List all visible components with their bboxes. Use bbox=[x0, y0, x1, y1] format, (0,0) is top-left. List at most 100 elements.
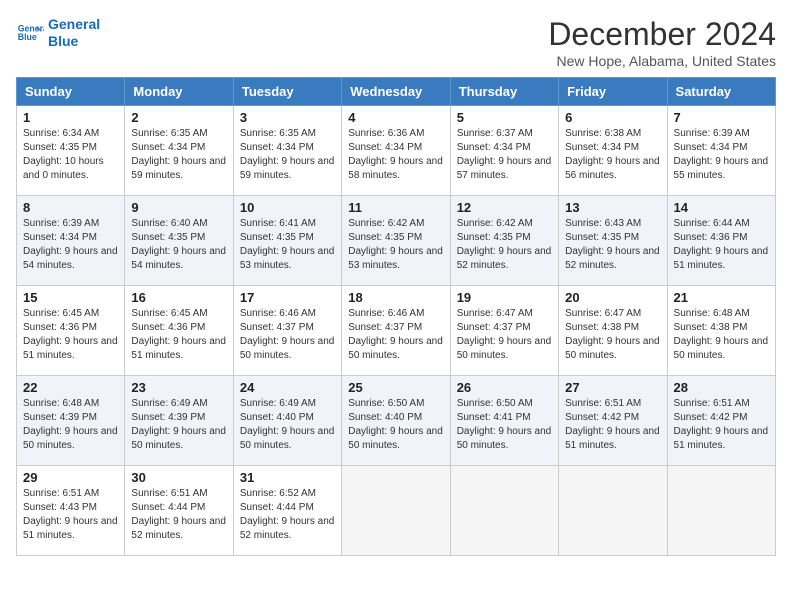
day-number: 11 bbox=[348, 200, 443, 215]
day-detail: Sunrise: 6:42 AMSunset: 4:35 PMDaylight:… bbox=[457, 217, 552, 273]
day-number: 6 bbox=[565, 110, 660, 125]
calendar-cell: 16Sunrise: 6:45 AMSunset: 4:36 PMDayligh… bbox=[125, 286, 233, 376]
calendar-cell: 13 Sunrise: 6:43 AMSunset: 4:35 PMDayligh… bbox=[559, 196, 667, 286]
day-number: 26 bbox=[457, 380, 552, 395]
day-detail: Sunrise: 6:49 AMSunset: 4:39 PMDaylight:… bbox=[131, 397, 226, 453]
calendar-cell bbox=[450, 466, 558, 556]
day-number: 29 bbox=[23, 470, 118, 485]
day-detail: Sunrise: 6:37 AMSunset: 4:34 PMDaylight:… bbox=[457, 127, 552, 183]
calendar-cell: 31 Sunrise: 6:52 AMSunset: 4:44 PMDayligh… bbox=[233, 466, 341, 556]
day-number: 18 bbox=[348, 290, 443, 305]
weekday-header-sunday: Sunday bbox=[17, 78, 125, 106]
calendar-cell: 8 Sunrise: 6:39 AMSunset: 4:34 PMDaylight… bbox=[17, 196, 125, 286]
day-detail: Sunrise: 6:46 AMSunset: 4:37 PMDaylight:… bbox=[240, 307, 335, 363]
day-number: 1 bbox=[23, 110, 118, 125]
day-detail: Sunrise: 6:41 AMSunset: 4:35 PMDaylight:… bbox=[240, 217, 335, 273]
day-detail: Sunrise: 6:51 AMSunset: 4:42 PMDaylight:… bbox=[565, 397, 660, 453]
day-detail: Sunrise: 6:50 AMSunset: 4:41 PMDaylight:… bbox=[457, 397, 552, 453]
calendar-cell: 2 Sunrise: 6:35 AMSunset: 4:34 PMDaylight… bbox=[125, 106, 233, 196]
day-number: 24 bbox=[240, 380, 335, 395]
calendar-cell: 26 Sunrise: 6:50 AMSunset: 4:41 PMDayligh… bbox=[450, 376, 558, 466]
day-detail: Sunrise: 6:48 AMSunset: 4:39 PMDaylight:… bbox=[23, 397, 118, 453]
calendar-cell: 22 Sunrise: 6:48 AMSunset: 4:39 PMDayligh… bbox=[17, 376, 125, 466]
day-detail: Sunrise: 6:47 AMSunset: 4:37 PMDaylight:… bbox=[457, 307, 552, 363]
day-number: 2 bbox=[131, 110, 226, 125]
day-number: 15 bbox=[23, 290, 118, 305]
weekday-header-saturday: Saturday bbox=[667, 78, 775, 106]
day-number: 13 bbox=[565, 200, 660, 215]
calendar-cell: 19 Sunrise: 6:47 AMSunset: 4:37 PMDayligh… bbox=[450, 286, 558, 376]
day-number: 19 bbox=[457, 290, 552, 305]
day-number: 10 bbox=[240, 200, 335, 215]
location: New Hope, Alabama, United States bbox=[548, 53, 776, 69]
day-number: 22 bbox=[23, 380, 118, 395]
calendar-body: 1 Sunrise: 6:34 AMSunset: 4:35 PMDaylight… bbox=[17, 106, 776, 556]
calendar-cell: 28 Sunrise: 6:51 AMSunset: 4:42 PMDayligh… bbox=[667, 376, 775, 466]
weekday-header-row: SundayMondayTuesdayWednesdayThursdayFrid… bbox=[17, 78, 776, 106]
day-number: 21 bbox=[674, 290, 769, 305]
day-number: 31 bbox=[240, 470, 335, 485]
calendar-table: SundayMondayTuesdayWednesdayThursdayFrid… bbox=[16, 77, 776, 556]
calendar-cell: 21 Sunrise: 6:48 AMSunset: 4:38 PMDayligh… bbox=[667, 286, 775, 376]
calendar-week-row: 15 Sunrise: 6:45 AMSunset: 4:36 PMDayligh… bbox=[17, 286, 776, 376]
day-detail: Sunrise: 6:51 AMSunset: 4:42 PMDaylight:… bbox=[674, 397, 769, 453]
weekday-header-tuesday: Tuesday bbox=[233, 78, 341, 106]
day-detail: Sunrise: 6:45 AMSunset: 4:36 PMDaylight:… bbox=[131, 307, 226, 363]
calendar-cell bbox=[559, 466, 667, 556]
calendar-header: SundayMondayTuesdayWednesdayThursdayFrid… bbox=[17, 78, 776, 106]
calendar-week-row: 29 Sunrise: 6:51 AMSunset: 4:43 PMDayligh… bbox=[17, 466, 776, 556]
day-number: 30 bbox=[131, 470, 226, 485]
calendar-cell: 24Sunrise: 6:49 AMSunset: 4:40 PMDayligh… bbox=[233, 376, 341, 466]
calendar-week-row: 8 Sunrise: 6:39 AMSunset: 4:34 PMDaylight… bbox=[17, 196, 776, 286]
day-number: 14 bbox=[674, 200, 769, 215]
calendar-cell: 7 Sunrise: 6:39 AMSunset: 4:34 PMDaylight… bbox=[667, 106, 775, 196]
month-title: December 2024 bbox=[548, 16, 776, 53]
day-detail: Sunrise: 6:47 AMSunset: 4:38 PMDaylight:… bbox=[565, 307, 660, 363]
day-number: 20 bbox=[565, 290, 660, 305]
day-detail: Sunrise: 6:39 AMSunset: 4:34 PMDaylight:… bbox=[23, 217, 118, 273]
calendar-cell bbox=[342, 466, 450, 556]
day-number: 3 bbox=[240, 110, 335, 125]
calendar-cell: 10 Sunrise: 6:41 AMSunset: 4:35 PMDayligh… bbox=[233, 196, 341, 286]
calendar-cell: 3Sunrise: 6:35 AMSunset: 4:34 PMDaylight… bbox=[233, 106, 341, 196]
day-detail: Sunrise: 6:44 AMSunset: 4:36 PMDaylight:… bbox=[674, 217, 769, 273]
day-detail: Sunrise: 6:35 AMSunset: 4:34 PMDaylight:… bbox=[131, 127, 226, 183]
day-number: 28 bbox=[674, 380, 769, 395]
day-detail: Sunrise: 6:40 AMSunset: 4:35 PMDaylight:… bbox=[131, 217, 226, 273]
day-detail: Sunrise: 6:51 AMSunset: 4:43 PMDaylight:… bbox=[23, 487, 118, 543]
calendar-cell: 12Sunrise: 6:42 AMSunset: 4:35 PMDayligh… bbox=[450, 196, 558, 286]
day-detail: Sunrise: 6:34 AMSunset: 4:35 PMDaylight:… bbox=[23, 127, 118, 183]
day-detail: Sunrise: 6:51 AMSunset: 4:44 PMDaylight:… bbox=[131, 487, 226, 543]
day-detail: Sunrise: 6:39 AMSunset: 4:34 PMDaylight:… bbox=[674, 127, 769, 183]
calendar-cell: 18Sunrise: 6:46 AMSunset: 4:37 PMDayligh… bbox=[342, 286, 450, 376]
day-detail: Sunrise: 6:48 AMSunset: 4:38 PMDaylight:… bbox=[674, 307, 769, 363]
day-number: 17 bbox=[240, 290, 335, 305]
weekday-header-wednesday: Wednesday bbox=[342, 78, 450, 106]
day-detail: Sunrise: 6:45 AMSunset: 4:36 PMDaylight:… bbox=[23, 307, 118, 363]
calendar-cell: 9 Sunrise: 6:40 AMSunset: 4:35 PMDaylight… bbox=[125, 196, 233, 286]
day-detail: Sunrise: 6:52 AMSunset: 4:44 PMDaylight:… bbox=[240, 487, 335, 543]
day-detail: Sunrise: 6:50 AMSunset: 4:40 PMDaylight:… bbox=[348, 397, 443, 453]
calendar-cell bbox=[667, 466, 775, 556]
day-number: 9 bbox=[131, 200, 226, 215]
day-number: 7 bbox=[674, 110, 769, 125]
day-detail: Sunrise: 6:42 AMSunset: 4:35 PMDaylight:… bbox=[348, 217, 443, 273]
logo: General Blue General Blue bbox=[16, 16, 100, 50]
calendar-cell: 5Sunrise: 6:37 AMSunset: 4:34 PMDaylight… bbox=[450, 106, 558, 196]
calendar-cell: 6Sunrise: 6:38 AMSunset: 4:34 PMDaylight… bbox=[559, 106, 667, 196]
calendar-cell: 14 Sunrise: 6:44 AMSunset: 4:36 PMDayligh… bbox=[667, 196, 775, 286]
weekday-header-friday: Friday bbox=[559, 78, 667, 106]
day-detail: Sunrise: 6:36 AMSunset: 4:34 PMDaylight:… bbox=[348, 127, 443, 183]
title-block: December 2024 New Hope, Alabama, United … bbox=[548, 16, 776, 69]
calendar-cell: 1 Sunrise: 6:34 AMSunset: 4:35 PMDaylight… bbox=[17, 106, 125, 196]
calendar-cell: 23 Sunrise: 6:49 AMSunset: 4:39 PMDayligh… bbox=[125, 376, 233, 466]
weekday-header-monday: Monday bbox=[125, 78, 233, 106]
page-header: General Blue General Blue December 2024 … bbox=[16, 16, 776, 69]
day-detail: Sunrise: 6:43 AMSunset: 4:35 PMDaylight:… bbox=[565, 217, 660, 273]
logo-text: General Blue bbox=[48, 16, 100, 50]
day-number: 25 bbox=[348, 380, 443, 395]
calendar-cell: 11 Sunrise: 6:42 AMSunset: 4:35 PMDayligh… bbox=[342, 196, 450, 286]
day-number: 8 bbox=[23, 200, 118, 215]
day-number: 23 bbox=[131, 380, 226, 395]
calendar-week-row: 22 Sunrise: 6:48 AMSunset: 4:39 PMDayligh… bbox=[17, 376, 776, 466]
